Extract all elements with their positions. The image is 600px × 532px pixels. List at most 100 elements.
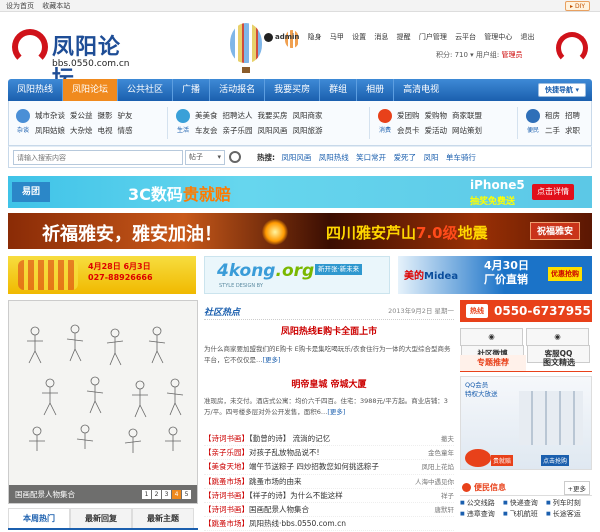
sublink[interactable]: 城市杂谈 [35, 108, 65, 123]
tab-picture-selection[interactable]: 图文精选 [526, 355, 592, 371]
news-author[interactable]: 祥子 [441, 489, 454, 503]
slideshow[interactable]: 国画配景人物集合 12345 [8, 300, 198, 504]
hot-search-link[interactable]: 爱死了 [394, 153, 417, 162]
site-logo[interactable]: 凤阳论坛 bbs.0550.com.cn [12, 29, 140, 92]
slideshow-page-button[interactable]: 2 [152, 490, 161, 499]
qq-service-button[interactable]: ◉ 客服QQ [526, 328, 590, 363]
news-author[interactable]: 人海中遇见你 [415, 475, 454, 489]
search-input[interactable] [13, 150, 183, 165]
sublink[interactable]: 商家联盟 [452, 108, 482, 123]
bookmark-link[interactable]: 收藏本站 [42, 2, 70, 10]
banner-bless-button[interactable]: 祝福雅安 [530, 222, 581, 240]
convenience-link[interactable]: 长途客运 [546, 509, 589, 520]
more-link[interactable]: [更多] [263, 356, 281, 364]
sublink[interactable]: 爱公益 [70, 108, 93, 123]
headline-realestate[interactable]: 明帝皇城 帝城大厦 [204, 377, 454, 390]
more-link[interactable]: [更多] [327, 408, 345, 416]
news-author[interactable]: 唐默轩 [435, 503, 455, 517]
sublink[interactable]: 亲子乐园 [223, 123, 253, 138]
convenience-link[interactable]: 快递查询 [503, 498, 546, 509]
group-value[interactable]: 管理员 [502, 51, 523, 59]
news-author[interactable]: 凤阳上花焰 [422, 460, 455, 474]
slideshow-page-button-active[interactable]: 4 [172, 490, 181, 499]
news-item[interactable]: 【亲子乐园】对孩子乱放物品说不! 金色童年 [204, 446, 454, 461]
sublink[interactable]: 情感 [118, 123, 133, 138]
ad-event[interactable]: 4月28日 6月3日 027-88926666 [8, 256, 196, 294]
ad-midea-button[interactable]: 优惠抢购 [548, 267, 582, 281]
sublink[interactable]: 美美食 [195, 108, 218, 123]
weibo-button[interactable]: ◉ 社区微博 [460, 328, 524, 363]
nav-item-buy-house[interactable]: 我要买房 [265, 79, 321, 101]
convenience-link[interactable]: 公交线路 [460, 498, 503, 509]
sublink[interactable]: 凤阳风画 [258, 123, 288, 138]
user-link-portal-admin[interactable]: 门户管理 [419, 33, 447, 41]
ad-midea[interactable]: 美的Midea 4月30日 厂价直销 优惠抢购 [398, 256, 592, 294]
sublink[interactable]: 电视 [98, 123, 113, 138]
news-title[interactable]: 跳蚤市场的由来 [249, 477, 302, 486]
quick-nav-button[interactable]: 快捷导航 ▾ [538, 83, 586, 97]
user-link-alt-account[interactable]: 马甲 [330, 33, 344, 41]
sublink[interactable]: 会员卡 [397, 123, 420, 138]
qq-member-ad[interactable]: QQ会员 特权大放送 贵就赔 点击抢购 [460, 376, 592, 470]
ad-4kong[interactable]: 4kong.org STYLE DESIGN BY 新开张·新未来 [204, 256, 390, 294]
hot-search-link[interactable]: 凤阳 [423, 153, 438, 162]
headline-ecard[interactable]: 凤阳热线E购卡全面上市 [204, 324, 454, 337]
news-title[interactable]: 凤阳热线·bbs.0550.com.cn [249, 519, 346, 528]
sublink[interactable]: 摄影 [98, 108, 113, 123]
sublink[interactable]: 租房 [545, 108, 560, 123]
slideshow-caption[interactable]: 国画配景人物集合 [15, 489, 75, 500]
points-value[interactable]: 积分: 710 [436, 51, 468, 59]
nav-item-community[interactable]: 公共社区 [118, 79, 174, 101]
search-icon[interactable] [229, 151, 241, 163]
news-title[interactable]: 【勤曾的诗】 流淌的记忆 [249, 434, 330, 443]
sublink[interactable]: 驴友 [118, 108, 133, 123]
convenience-link[interactable]: 飞机航班 [503, 509, 546, 520]
nav-item-broadcast[interactable]: 广播 [173, 79, 211, 101]
slideshow-page-button[interactable]: 3 [162, 490, 171, 499]
set-homepage-link[interactable]: 设为首页 [6, 2, 34, 10]
username[interactable]: admin [275, 33, 299, 41]
invisible-status[interactable]: 隐身 [308, 33, 322, 41]
sublink[interactable]: 招聘 [565, 108, 580, 123]
qq-ad-button[interactable]: 点击抢购 [541, 455, 570, 466]
search-scope-select[interactable]: 帖子 [185, 150, 225, 165]
sublink[interactable]: 二手 [545, 123, 560, 138]
banner-details-button[interactable]: 点击详情 [532, 184, 574, 200]
tab-featured-topics[interactable]: 专题推荐 [460, 355, 526, 371]
sublink[interactable]: 车友会 [195, 123, 218, 138]
convenience-link[interactable]: 列车时刻 [546, 498, 589, 509]
nav-item-albums[interactable]: 相册 [357, 79, 395, 101]
sublink[interactable]: 求职 [565, 123, 580, 138]
tab-latest-topics[interactable]: 最新主题 [132, 508, 194, 528]
sublink[interactable]: 爱团购 [397, 108, 420, 123]
news-author[interactable]: 撤夫 [441, 432, 454, 446]
news-item[interactable]: 【美食天地】端午节送粽子 四炒招教您如何挑选粽子 凤阳上花焰 [204, 460, 455, 475]
user-link-notifications[interactable]: 提醒 [397, 33, 411, 41]
user-link-settings[interactable]: 设置 [352, 33, 366, 41]
slideshow-page-button[interactable]: 1 [142, 490, 151, 499]
hot-search-link[interactable]: 笑口常开 [356, 153, 386, 162]
news-item[interactable]: 【诗词书画】【勤曾的诗】 流淌的记忆 撤夫 [204, 432, 454, 447]
tab-latest-replies[interactable]: 最新回复 [70, 508, 132, 528]
sublink[interactable]: 大杂烩 [70, 123, 93, 138]
nav-item-hotline[interactable]: 凤阳热线 [8, 79, 64, 101]
news-item[interactable]: 【跳蚤市场】跳蚤市场的由来 人海中遇见你 [204, 475, 454, 489]
news-title[interactable]: 端午节送粽子 四炒招教您如何挑选粽子 [249, 462, 379, 471]
news-item[interactable]: 【诗词书画】【祥子的诗】为什么不能这样 祥子 [204, 489, 454, 503]
hot-search-link[interactable]: 凤阳风画 [281, 153, 311, 162]
hot-search-link[interactable]: 单车骑行 [446, 153, 476, 162]
nav-item-hd-tv[interactable]: 高清电视 [394, 79, 448, 101]
news-author[interactable]: 金色童年 [428, 446, 454, 460]
slideshow-page-button[interactable]: 5 [182, 490, 191, 499]
news-title[interactable]: 国画配景人物集合 [249, 505, 309, 514]
sublink[interactable]: 我要买房 [258, 108, 288, 123]
sublink[interactable]: 爱购物 [425, 108, 448, 123]
nav-item-events[interactable]: 活动报名 [210, 79, 266, 101]
user-link-logout[interactable]: 退出 [521, 33, 535, 41]
sublink[interactable]: 网站策划 [452, 123, 482, 138]
news-item[interactable]: 【诗词书画】国画配景人物集合 唐默轩 [204, 503, 455, 518]
news-title[interactable]: 对孩子乱放物品说不! [249, 448, 320, 457]
news-title[interactable]: 【祥子的诗】为什么不能这样 [249, 491, 343, 500]
user-link-messages[interactable]: 消息 [374, 33, 388, 41]
tab-weekly-hot[interactable]: 本周热门 [8, 508, 70, 528]
